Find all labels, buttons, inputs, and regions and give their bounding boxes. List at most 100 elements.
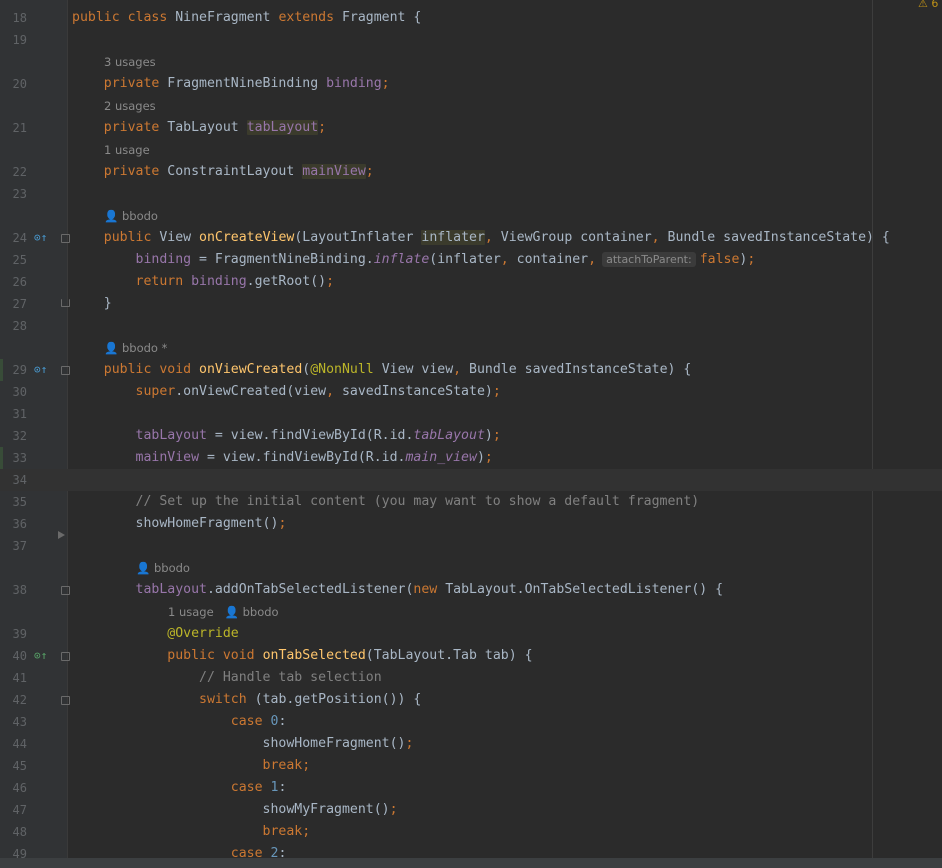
code-text[interactable]: super.onViewCreated(view, savedInstanceS… — [72, 381, 501, 403]
override-method-icon[interactable]: ⊙↑ — [34, 363, 47, 377]
code-token: , — [326, 384, 342, 399]
code-token: TabLayout — [167, 120, 247, 135]
code-text[interactable]: private ConstraintLayout mainView; — [72, 161, 374, 183]
code-text[interactable]: private FragmentNineBinding binding; — [72, 73, 390, 95]
code-line[interactable]: 47 showMyFragment(); — [0, 799, 942, 821]
code-text[interactable]: case 0: — [72, 711, 287, 733]
code-token: TabLayout.OnTabSelectedListener() { — [445, 582, 724, 597]
fold-toggle-icon[interactable] — [61, 652, 70, 661]
code-text[interactable]: binding = FragmentNineBinding.inflate(in… — [72, 249, 755, 271]
code-text[interactable]: tabLayout = view.findViewById(R.id.tabLa… — [72, 425, 501, 447]
code-text[interactable]: return binding.getRoot(); — [72, 271, 335, 293]
code-token: break; — [72, 758, 311, 773]
code-line[interactable]: 23 — [0, 183, 942, 205]
code-text[interactable]: case 1: — [72, 777, 287, 799]
code-token: ViewGroup container — [500, 230, 652, 245]
code-token: FragmentNineBinding — [167, 76, 327, 91]
fold-toggle-icon[interactable] — [61, 586, 70, 595]
horizontal-scrollbar[interactable] — [0, 858, 942, 868]
fold-end-icon[interactable] — [61, 299, 70, 307]
code-line[interactable]: 33 mainView = view.findViewById(R.id.mai… — [0, 447, 942, 469]
code-line[interactable]: 37 — [0, 535, 942, 557]
code-line[interactable]: 18 public class NineFragment extends Frag… — [0, 7, 942, 29]
code-text[interactable]: showHomeFragment(); — [72, 733, 414, 755]
code-line[interactable]: 32 tabLayout = view.findViewById(R.id.ta… — [0, 425, 942, 447]
code-line[interactable]: 21 private TabLayout tabLayout; — [0, 117, 942, 139]
code-line[interactable]: 35 // Set up the initial content (you ma… — [0, 491, 942, 513]
code-token: = view.findViewById(R.id. — [199, 450, 406, 465]
code-token: super — [72, 384, 176, 399]
code-line[interactable]: 42 switch (tab.getPosition()) { — [0, 689, 942, 711]
code-line[interactable]: 27 } — [0, 293, 942, 315]
code-line[interactable]: 36 showHomeFragment(); — [0, 513, 942, 535]
code-text[interactable]: switch (tab.getPosition()) { — [72, 689, 421, 711]
code-text[interactable]: public View onCreateView(LayoutInflater … — [72, 227, 890, 249]
code-token: // Set up the initial content (you may w… — [72, 494, 700, 509]
code-text[interactable]: private TabLayout tabLayout; — [72, 117, 326, 139]
code-line[interactable]: 25 binding = FragmentNineBinding.inflate… — [0, 249, 942, 271]
code-vision-row: 3 usages — [0, 51, 942, 73]
code-line[interactable]: 40 public void onTabSelected(TabLayout.T… — [0, 645, 942, 667]
code-vision-hint[interactable]: 👤 bbodo — [104, 205, 158, 227]
implement-method-icon[interactable]: ⊙↑ — [34, 649, 47, 663]
collapsed-fold-icon[interactable] — [58, 531, 65, 539]
code-text[interactable]: } — [72, 293, 112, 315]
code-text[interactable]: mainView = view.findViewById(R.id.main_v… — [72, 447, 493, 469]
code-token: NineFragment — [175, 10, 279, 25]
code-vision-hint[interactable]: 2 usages — [104, 95, 156, 117]
code-line[interactable]: 31 — [0, 403, 942, 425]
line-number: 22 — [12, 165, 27, 179]
code-text[interactable]: break; — [72, 821, 311, 843]
code-token: ConstraintLayout — [167, 164, 303, 179]
code-text[interactable]: break; — [72, 755, 311, 777]
code-line[interactable]: 20 private FragmentNineBinding binding; — [0, 73, 942, 95]
code-text[interactable]: public void onViewCreated(@NonNull View … — [72, 359, 692, 381]
code-text[interactable]: showHomeFragment(); — [72, 513, 287, 535]
code-text[interactable]: // Handle tab selection — [72, 667, 382, 689]
code-line[interactable]: 29 public void onViewCreated(@NonNull Vi… — [0, 359, 942, 381]
code-line[interactable]: 38 tabLayout.addOnTabSelectedListener(ne… — [0, 579, 942, 601]
code-line[interactable]: 45 break; — [0, 755, 942, 777]
code-token: View — [159, 230, 200, 245]
code-token: private — [72, 120, 168, 135]
code-line[interactable]: 30 super.onViewCreated(view, savedInstan… — [0, 381, 942, 403]
fold-toggle-icon[interactable] — [61, 366, 70, 375]
fold-toggle-icon[interactable] — [61, 234, 70, 243]
code-line[interactable]: 28 — [0, 315, 942, 337]
code-line[interactable]: 43 case 0: — [0, 711, 942, 733]
code-line[interactable]: 44 showHomeFragment(); — [0, 733, 942, 755]
code-line[interactable]: 41 // Handle tab selection — [0, 667, 942, 689]
code-line[interactable]: 19 — [0, 29, 942, 51]
code-line[interactable]: 34 — [0, 469, 942, 491]
code-line[interactable]: 26 return binding.getRoot(); — [0, 271, 942, 293]
code-token: .onViewCreated(view — [175, 384, 327, 399]
code-text[interactable]: // Set up the initial content (you may w… — [72, 491, 700, 513]
code-text[interactable]: public void onTabSelected(TabLayout.Tab … — [72, 645, 532, 667]
code-text[interactable]: tabLayout.addOnTabSelectedListener(new T… — [72, 579, 724, 601]
code-vision-hint[interactable]: 1 usage 👤 bbodo — [168, 601, 279, 623]
code-line[interactable]: 39 @Override — [0, 623, 942, 645]
code-line[interactable]: 48 break; — [0, 821, 942, 843]
code-vision-hint[interactable]: 1 usage — [104, 139, 150, 161]
code-vision-hint[interactable]: 👤 bbodo — [136, 557, 190, 579]
code-text[interactable]: showMyFragment(); — [72, 799, 398, 821]
code-token: = view.findViewById(R.id. — [206, 428, 414, 443]
code-token: public class — [72, 10, 176, 25]
code-line[interactable]: 46 case 1: — [0, 777, 942, 799]
code-token: public void — [72, 362, 200, 377]
fold-toggle-icon[interactable] — [61, 696, 70, 705]
line-number: 35 — [12, 495, 27, 509]
code-token: .getRoot() — [246, 274, 327, 289]
code-line[interactable]: 24 public View onCreateView(LayoutInflat… — [0, 227, 942, 249]
code-editor[interactable]: 18 public class NineFragment extends Frag… — [0, 0, 942, 868]
code-token: ; — [492, 428, 501, 443]
warning-indicator-icon[interactable]: ⚠ 6 — [918, 0, 938, 9]
code-text[interactable]: public class NineFragment extends Fragme… — [72, 7, 421, 29]
code-vision-hint[interactable]: 3 usages — [104, 51, 156, 73]
override-method-icon[interactable]: ⊙↑ — [34, 231, 47, 245]
code-token: binding — [326, 76, 382, 91]
code-text[interactable]: @Override — [72, 623, 238, 645]
code-token: ; — [747, 252, 756, 267]
code-vision-hint[interactable]: 👤 bbodo * — [104, 337, 167, 359]
code-line[interactable]: 22 private ConstraintLayout mainView; — [0, 161, 942, 183]
